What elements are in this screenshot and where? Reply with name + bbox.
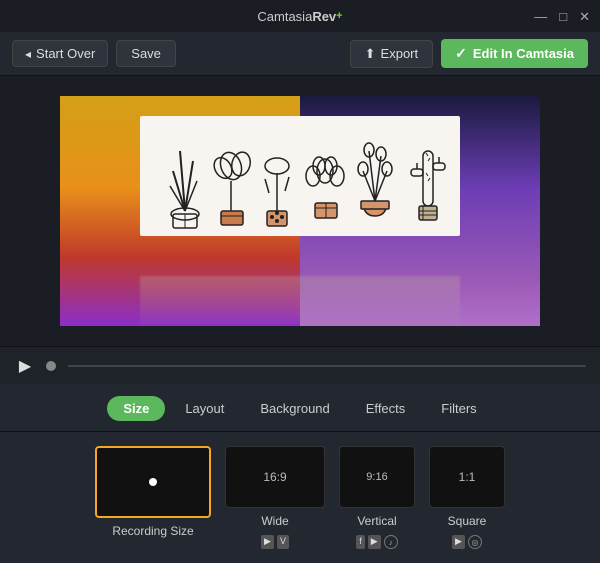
tab-layout[interactable]: Layout <box>169 396 240 421</box>
edit-in-camtasia-label: Edit In Camtasia <box>473 46 574 61</box>
tab-size[interactable]: Size <box>107 396 165 421</box>
save-label: Save <box>131 46 161 61</box>
tabs-section: Size Layout Background Effects Filters <box>0 384 600 432</box>
preset-square[interactable]: 1:1 Square ▶ ◎ <box>429 446 505 549</box>
preview-reflection <box>140 276 460 326</box>
youtube-icon: ▶ <box>261 535 274 549</box>
start-over-label: Start Over <box>36 46 95 61</box>
tiktok-icon: ♪ <box>384 535 398 549</box>
timeline-scrubber[interactable] <box>46 361 56 371</box>
playback-bar: ▶ <box>0 346 600 384</box>
start-over-button[interactable]: ◂ Start Over <box>12 40 108 67</box>
preset-recording-size[interactable]: Recording Size <box>95 446 211 538</box>
maximize-button[interactable]: □ <box>559 10 567 23</box>
play-button[interactable]: ▶ <box>14 355 36 377</box>
preset-recording-label: Recording Size <box>112 524 193 538</box>
preset-wide-thumb: 16:9 <box>225 446 325 508</box>
preview-content-card <box>140 116 460 236</box>
tab-background[interactable]: Background <box>244 396 345 421</box>
title-rev: Rev <box>312 9 336 24</box>
title-plus: + <box>336 10 342 22</box>
save-button[interactable]: Save <box>116 40 176 67</box>
preview-area <box>0 76 600 346</box>
fb-icon: f <box>356 535 365 549</box>
preset-wide[interactable]: 16:9 Wide ▶ V <box>225 446 325 549</box>
preview-canvas <box>60 96 540 326</box>
edit-in-camtasia-button[interactable]: ✓ Edit In Camtasia <box>441 39 588 68</box>
preset-recording-thumb <box>95 446 211 518</box>
export-button[interactable]: ⬆ Export <box>350 40 433 68</box>
close-button[interactable]: ✕ <box>579 10 590 23</box>
checkmark-icon: ✓ <box>455 45 467 62</box>
minimize-button[interactable]: — <box>534 10 547 23</box>
title-bar: Camtasia Rev + — □ ✕ <box>0 0 600 32</box>
chevron-left-icon: ◂ <box>25 47 31 61</box>
preset-vertical-icons: f ▶ ♪ <box>356 535 397 549</box>
preset-wide-icons: ▶ V <box>261 535 289 549</box>
plants-illustration <box>145 121 455 231</box>
preset-square-ratio: 1:1 <box>459 470 476 484</box>
preset-recording-dot <box>149 478 157 486</box>
preset-wide-label: Wide <box>261 514 288 528</box>
preset-square-label: Square <box>448 514 487 528</box>
tab-effects[interactable]: Effects <box>350 396 422 421</box>
export-icon: ⬆ <box>365 46 376 62</box>
vimeo-icon: V <box>277 535 289 549</box>
app-title: Camtasia Rev + <box>257 9 342 24</box>
window-controls: — □ ✕ <box>534 10 590 23</box>
preset-square-thumb: 1:1 <box>429 446 505 508</box>
play-icon: ▶ <box>19 356 31 376</box>
preset-vertical-ratio: 9:16 <box>366 471 387 483</box>
youtube-v-icon: ▶ <box>368 535 381 549</box>
toolbar: ◂ Start Over Save ⬆ Export ✓ Edit In Cam… <box>0 32 600 76</box>
export-label: Export <box>381 46 419 61</box>
presets-section: Recording Size 16:9 Wide ▶ V 9:16 Vertic… <box>0 432 600 563</box>
preset-vertical-thumb: 9:16 <box>339 446 415 508</box>
title-camtasia: Camtasia <box>257 9 312 24</box>
tab-filters[interactable]: Filters <box>425 396 492 421</box>
preset-vertical-label: Vertical <box>357 514 396 528</box>
preset-square-icons: ▶ ◎ <box>452 535 482 549</box>
preset-wide-ratio: 16:9 <box>263 470 286 484</box>
instagram-icon: ◎ <box>468 535 482 549</box>
preset-vertical[interactable]: 9:16 Vertical f ▶ ♪ <box>339 446 415 549</box>
timeline-track[interactable] <box>68 365 586 367</box>
youtube-sq-icon: ▶ <box>452 535 465 549</box>
